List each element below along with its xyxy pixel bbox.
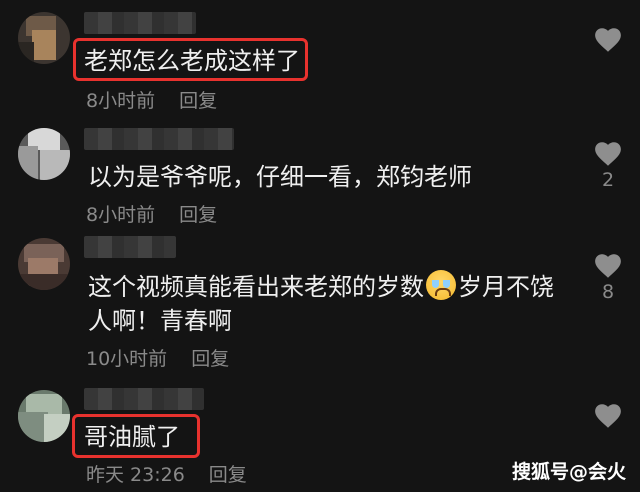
watermark: 搜狐号@会火	[511, 461, 626, 483]
like-count: 2	[601, 169, 615, 191]
comment-time: 昨天 23:26	[86, 464, 185, 486]
like-button[interactable]	[588, 402, 628, 429]
heart-icon	[595, 404, 621, 428]
comment-meta: 10小时前 回复	[86, 344, 229, 371]
username-blurred[interactable]	[84, 12, 196, 34]
reply-button[interactable]: 回复	[179, 204, 217, 226]
like-button[interactable]: 8	[588, 252, 628, 303]
avatar[interactable]	[18, 390, 70, 442]
avatar[interactable]	[18, 238, 70, 290]
reply-button[interactable]: 回复	[179, 90, 217, 112]
avatar[interactable]	[18, 12, 70, 64]
reply-button[interactable]: 回复	[191, 348, 229, 370]
username-blurred[interactable]	[84, 236, 176, 258]
highlight-box	[72, 414, 200, 458]
comment-meta: 8小时前 回复	[86, 86, 217, 113]
like-count: 8	[601, 281, 615, 303]
like-button[interactable]: 2	[588, 140, 628, 191]
comment-time: 8小时前	[86, 204, 156, 226]
crying-face-emoji	[426, 270, 456, 300]
comment-time: 10小时前	[86, 348, 168, 370]
comment-text-line-1: 这个视频真能看出来老郑的岁数 岁月不饶	[88, 268, 554, 306]
comment-meta: 8小时前 回复	[86, 200, 217, 227]
comment-meta: 昨天 23:26 回复	[86, 460, 247, 487]
comment-text-line-2: 人啊！青春啊	[88, 307, 232, 335]
comment-time: 8小时前	[86, 90, 156, 112]
username-blurred[interactable]	[84, 128, 234, 150]
username-blurred[interactable]	[84, 388, 204, 410]
reply-button[interactable]: 回复	[209, 464, 247, 486]
heart-icon	[595, 254, 621, 278]
heart-icon	[595, 142, 621, 166]
comment-text: 以为是爷爷呢，仔细一看，郑钧老师	[88, 163, 472, 191]
like-button[interactable]	[588, 26, 628, 53]
highlight-box	[73, 38, 308, 81]
avatar[interactable]	[18, 128, 70, 180]
heart-icon	[595, 28, 621, 52]
